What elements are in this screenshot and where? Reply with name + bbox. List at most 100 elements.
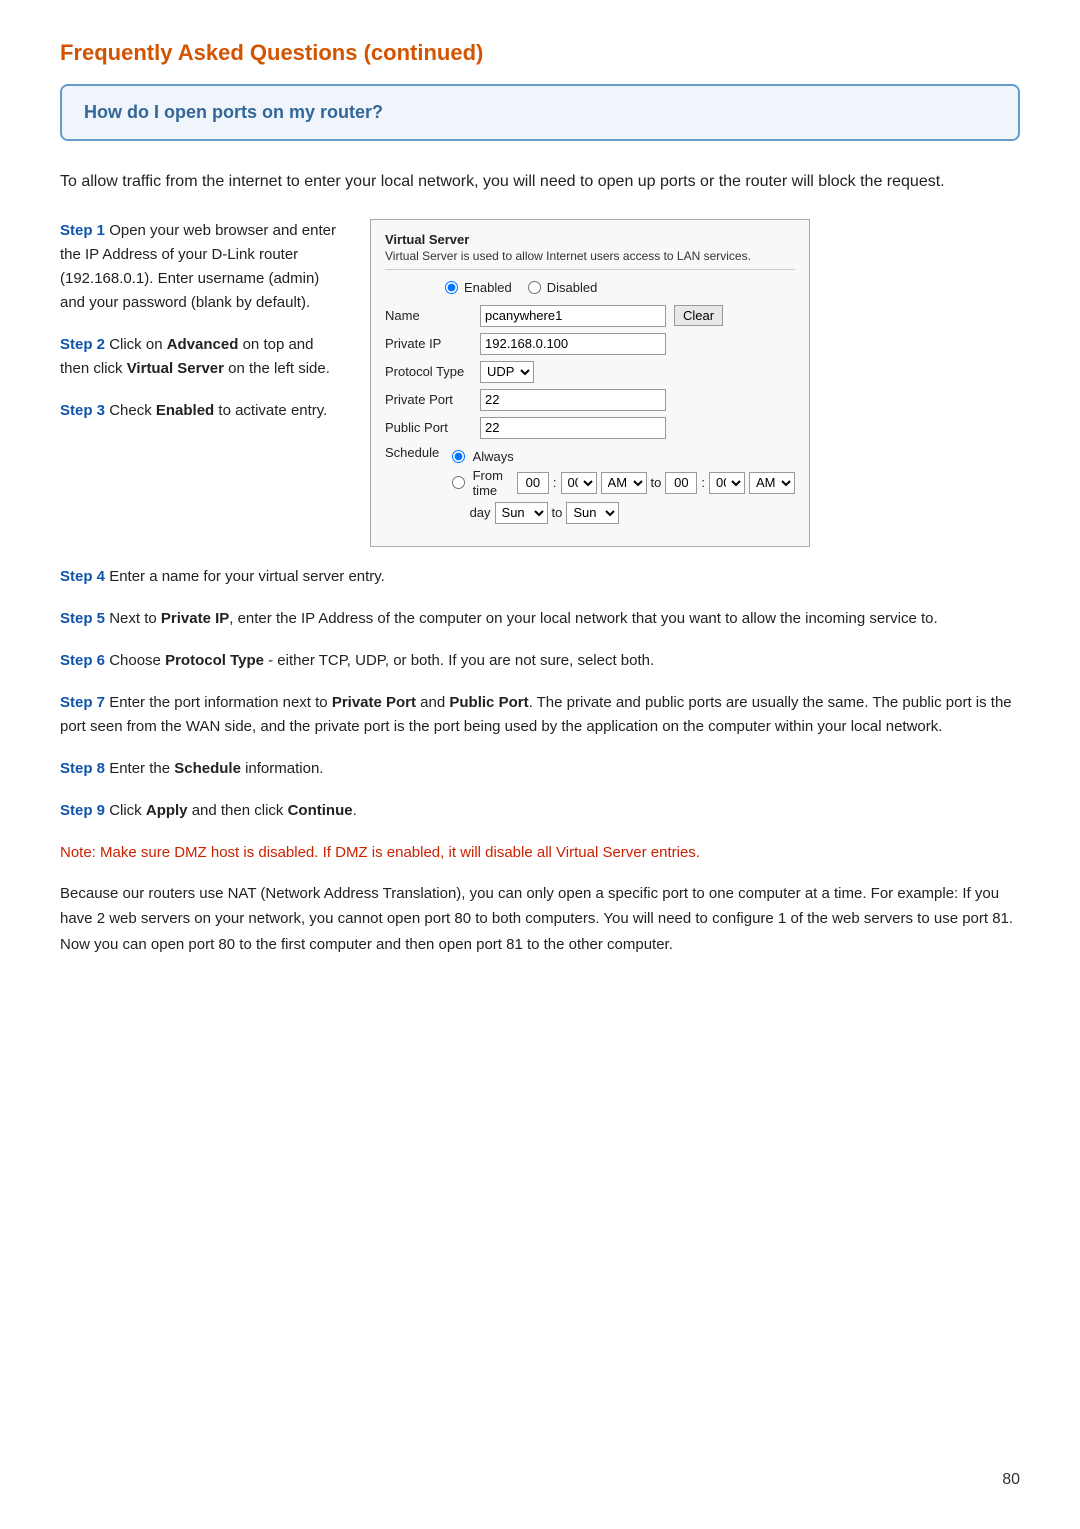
- vs-time-end-h[interactable]: [665, 472, 697, 494]
- vs-always-text: Always: [473, 449, 514, 464]
- vs-private-ip-row: Private IP: [385, 333, 795, 355]
- step-7-label: Step 7: [60, 694, 105, 711]
- vs-name-row: Name Clear: [385, 305, 795, 327]
- vs-always-radio[interactable]: [452, 450, 465, 463]
- step-8-block: Step 8 Enter the Schedule information.: [60, 757, 1020, 781]
- vs-private-port-input[interactable]: [480, 389, 666, 411]
- vs-day-row: day SunMonTueWedThuFriSat to SunMonTueWe…: [470, 502, 795, 524]
- vs-always-row: Always: [452, 449, 795, 464]
- step-2-block: Step 2 Click on Advanced on top and then…: [60, 333, 340, 381]
- step-7-mid: and: [416, 694, 449, 711]
- vs-from-time-row: From time : 00153045 AMPM to : 00153045 …: [452, 468, 795, 498]
- step-4-block: Step 4 Enter a name for your virtual ser…: [60, 565, 1020, 589]
- vs-protocol-select[interactable]: UDP TCP Both: [480, 361, 534, 383]
- vs-time-end-m-select[interactable]: 00153045: [709, 472, 745, 494]
- vs-private-port-label: Private Port: [385, 392, 480, 407]
- vs-private-ip-input[interactable]: [480, 333, 666, 355]
- vs-enabled-label[interactable]: Enabled: [445, 280, 512, 295]
- vs-to-text: to: [651, 475, 662, 490]
- step-7-block: Step 7 Enter the port information next t…: [60, 691, 1020, 739]
- vs-from-radio[interactable]: [452, 476, 465, 489]
- vs-enabled-radio[interactable]: [445, 281, 458, 294]
- page-number: 80: [1002, 1471, 1020, 1489]
- vs-schedule-section: Always From time : 00153045 AMPM to : 00…: [452, 449, 795, 528]
- step-3-text-before: Check: [109, 402, 156, 419]
- vs-disabled-text: Disabled: [547, 280, 598, 295]
- vs-day-start-select[interactable]: SunMonTueWedThuFriSat: [495, 502, 548, 524]
- step-7-bold1: Private Port: [332, 694, 416, 711]
- step-3-label: Step 3: [60, 402, 105, 419]
- vs-time-start-m-select[interactable]: 00153045: [561, 472, 597, 494]
- step-9-label: Step 9: [60, 802, 105, 819]
- vs-day-end-select[interactable]: SunMonTueWedThuFriSat: [566, 502, 619, 524]
- step-9-bold1: Apply: [146, 802, 188, 819]
- step-5-before: Next to: [109, 610, 161, 627]
- vs-protocol-row: Protocol Type UDP TCP Both: [385, 361, 795, 383]
- virtual-server-panel: Virtual Server Virtual Server is used to…: [370, 219, 1020, 547]
- step-2-text-before: Click on: [109, 336, 167, 353]
- step-6-after: - either TCP, UDP, or both. If you are n…: [264, 652, 654, 669]
- clear-button[interactable]: Clear: [674, 305, 723, 326]
- intro-text: To allow traffic from the internet to en…: [60, 169, 1020, 195]
- step-3-block: Step 3 Check Enabled to activate entry.: [60, 399, 340, 423]
- step-1-label: Step 1: [60, 222, 105, 239]
- vs-public-port-label: Public Port: [385, 420, 480, 435]
- vs-subtitle: Virtual Server is used to allow Internet…: [385, 249, 795, 270]
- bottom-text: Because our routers use NAT (Network Add…: [60, 881, 1020, 958]
- step-1-block: Step 1 Open your web browser and enter t…: [60, 219, 340, 315]
- step-7-before: Enter the port information next to: [109, 694, 332, 711]
- vs-enabled-row: Enabled Disabled: [445, 280, 795, 295]
- step-8-label: Step 8: [60, 760, 105, 777]
- step-8-after: information.: [241, 760, 324, 777]
- step-6-before: Choose: [109, 652, 165, 669]
- virtual-server-box: Virtual Server Virtual Server is used to…: [370, 219, 810, 547]
- vs-name-label: Name: [385, 308, 480, 323]
- step-4-text: Enter a name for your virtual server ent…: [109, 568, 385, 585]
- step-5-block: Step 5 Next to Private IP, enter the IP …: [60, 607, 1020, 631]
- vs-time-start-ampm-select[interactable]: AMPM: [601, 472, 647, 494]
- steps-left: Step 1 Open your web browser and enter t…: [60, 219, 340, 547]
- vs-schedule-row: Schedule Always From time : 00153045: [385, 445, 795, 528]
- step-9-mid: and then click: [188, 802, 288, 819]
- vs-public-port-row: Public Port: [385, 417, 795, 439]
- vs-private-ip-label: Private IP: [385, 336, 480, 351]
- step-2-label: Step 2: [60, 336, 105, 353]
- vs-day-to-text: to: [552, 505, 563, 520]
- vs-time-start-h[interactable]: [517, 472, 549, 494]
- step-3-bold1: Enabled: [156, 402, 214, 419]
- step-9-after: .: [353, 802, 357, 819]
- question-title: How do I open ports on my router?: [84, 102, 996, 123]
- step-6-label: Step 6: [60, 652, 105, 669]
- step-6-bold: Protocol Type: [165, 652, 264, 669]
- vs-schedule-label: Schedule: [385, 445, 452, 460]
- question-box: How do I open ports on my router?: [60, 84, 1020, 141]
- vs-protocol-label: Protocol Type: [385, 364, 480, 379]
- page-title: Frequently Asked Questions (continued): [60, 40, 1020, 66]
- step-3-text-after: to activate entry.: [214, 402, 327, 419]
- vs-title: Virtual Server: [385, 232, 795, 247]
- vs-time-end-ampm-select[interactable]: AMPM: [749, 472, 795, 494]
- step-5-label: Step 5: [60, 610, 105, 627]
- vs-name-input[interactable]: [480, 305, 666, 327]
- vs-public-port-input[interactable]: [480, 417, 666, 439]
- step-5-bold: Private IP: [161, 610, 229, 627]
- step-9-before: Click: [109, 802, 146, 819]
- step-6-block: Step 6 Choose Protocol Type - either TCP…: [60, 649, 1020, 673]
- step-5-after: , enter the IP Address of the computer o…: [229, 610, 937, 627]
- vs-from-text: From time: [473, 468, 513, 498]
- step-4-label: Step 4: [60, 568, 105, 585]
- note-text: Note: Make sure DMZ host is disabled. If…: [60, 841, 1020, 865]
- step-9-block: Step 9 Click Apply and then click Contin…: [60, 799, 1020, 823]
- step-8-before: Enter the: [109, 760, 174, 777]
- vs-disabled-label[interactable]: Disabled: [528, 280, 598, 295]
- step-9-bold2: Continue: [288, 802, 353, 819]
- vs-private-port-row: Private Port: [385, 389, 795, 411]
- step-2-bold1: Advanced: [167, 336, 239, 353]
- step-2-text-after: on the left side.: [224, 360, 330, 377]
- step-7-bold2: Public Port: [449, 694, 528, 711]
- vs-day-text: day: [470, 505, 491, 520]
- step-2-bold2: Virtual Server: [127, 360, 224, 377]
- vs-enabled-text: Enabled: [464, 280, 512, 295]
- steps-area: Step 1 Open your web browser and enter t…: [60, 219, 1020, 547]
- vs-disabled-radio[interactable]: [528, 281, 541, 294]
